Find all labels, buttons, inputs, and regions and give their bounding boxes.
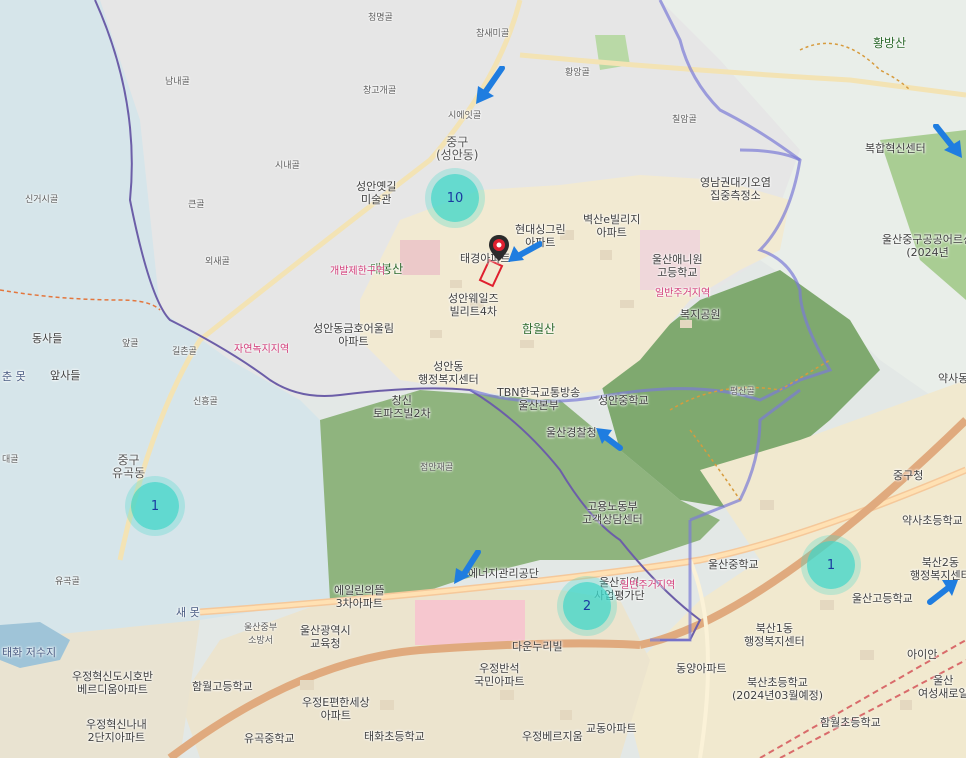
arrow-icon[interactable] [506, 240, 543, 268]
cluster-marker[interactable]: 1 [131, 482, 179, 530]
arrow-icon[interactable] [452, 549, 482, 590]
cluster-marker[interactable]: 2 [563, 582, 611, 630]
cluster-marker[interactable]: 10 [431, 174, 479, 222]
cluster-marker[interactable]: 1 [807, 541, 855, 589]
arrow-icon[interactable] [932, 123, 966, 164]
map-canvas[interactable] [0, 0, 966, 758]
arrow-icon[interactable] [926, 576, 960, 610]
arrow-icon[interactable] [594, 426, 624, 456]
arrow-icon[interactable] [472, 65, 508, 110]
